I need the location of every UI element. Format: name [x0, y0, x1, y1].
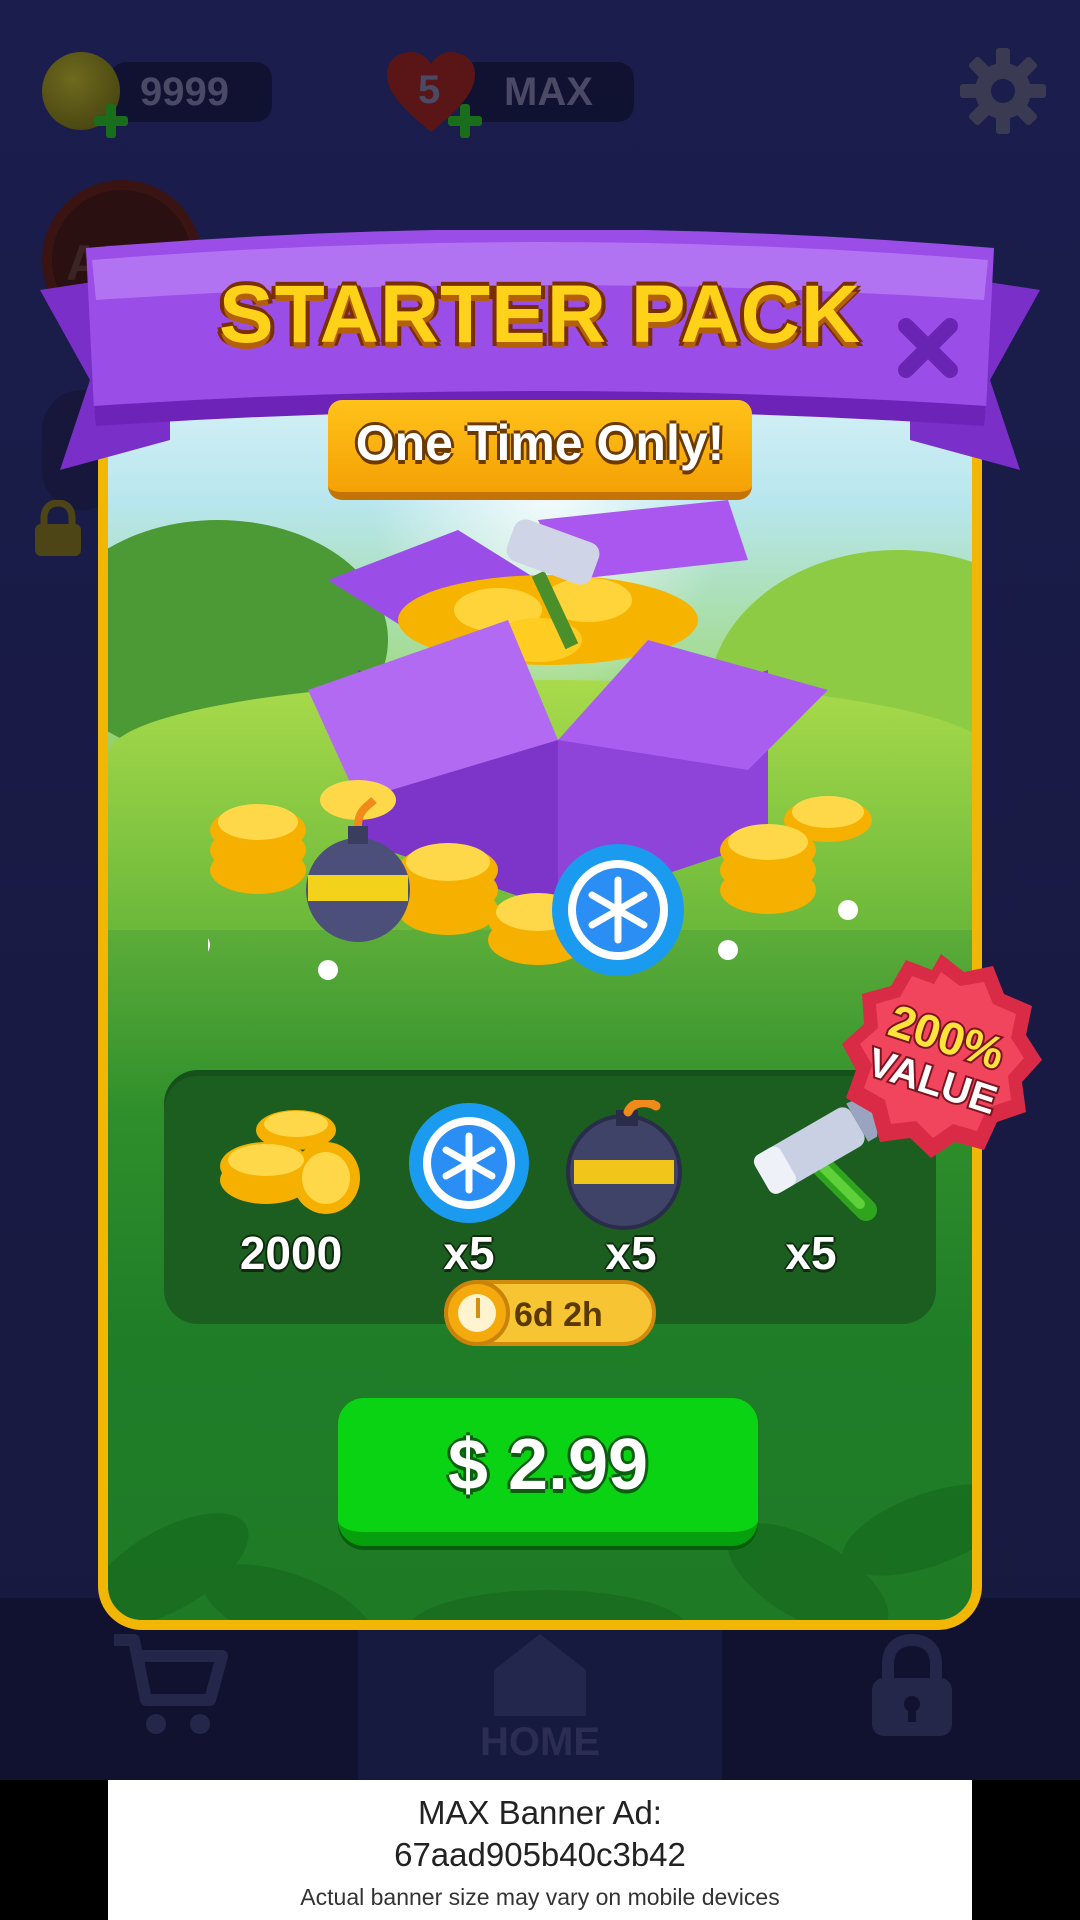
one-time-tag: One Time Only! — [328, 400, 752, 500]
stopwatch-icon — [444, 1280, 510, 1346]
home-icon — [494, 1634, 586, 1716]
add-coins-icon[interactable] — [94, 104, 128, 138]
ad-id: 67aad905b40c3b42 — [394, 1836, 686, 1873]
timer-text: 6d 2h — [514, 1296, 603, 1334]
starter-pack-box-illustration — [208, 500, 872, 980]
add-lives-icon[interactable] — [448, 104, 482, 138]
coins-icon — [220, 1110, 360, 1214]
coins-count: 9999 — [140, 70, 229, 114]
popup-title: STARTER PACK — [218, 269, 862, 360]
lock-icon — [35, 500, 81, 556]
top-bar: 9999 5 MAX — [0, 0, 1080, 190]
reward-qty: x5 — [443, 1227, 495, 1279]
offer-timer: 6d 2h — [444, 1280, 656, 1346]
reward-bomb: x5 — [556, 1100, 706, 1280]
nav-home-label: HOME — [480, 1720, 600, 1764]
close-icon[interactable] — [892, 312, 964, 384]
bomb-booster-icon — [566, 1100, 682, 1230]
snowflake-booster-icon — [409, 1103, 529, 1223]
lives-count: 5 — [418, 68, 441, 112]
ad-note: Actual banner size may vary on mobile de… — [300, 1884, 780, 1910]
value-badge: 200% VALUE — [842, 954, 1042, 1158]
one-time-label: One Time Only! — [355, 415, 725, 471]
reward-qty: 2000 — [239, 1227, 343, 1279]
lives-status: MAX — [504, 70, 593, 114]
locked-tab-icon[interactable] — [866, 1634, 958, 1740]
ad-banner-content[interactable]: MAX Banner Ad: 67aad905b40c3b42 Actual b… — [108, 1780, 972, 1920]
ad-title: MAX Banner Ad: — [418, 1794, 662, 1831]
reward-qty: x5 — [605, 1227, 657, 1279]
gear-icon[interactable] — [958, 46, 1048, 136]
reward-snowflake: x5 — [394, 1100, 544, 1280]
reward-qty: x5 — [785, 1227, 837, 1279]
buy-button[interactable]: $ 2.99 — [338, 1398, 758, 1546]
ad-banner: MAX Banner Ad: 67aad905b40c3b42 Actual b… — [0, 1780, 1080, 1920]
reward-coins: 2000 — [216, 1100, 366, 1280]
shop-cart-icon[interactable] — [110, 1630, 230, 1740]
price-label: $ 2.99 — [447, 1425, 649, 1505]
